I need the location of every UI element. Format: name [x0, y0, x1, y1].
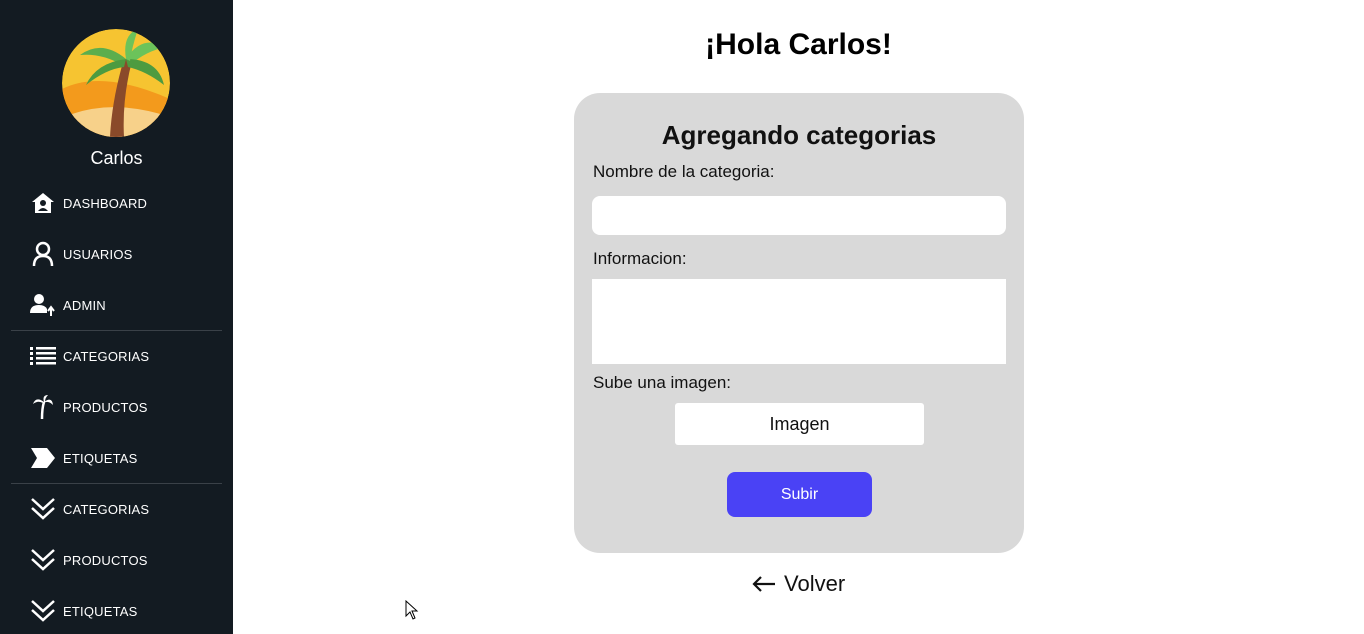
sidebar-item-label: CATEGORIAS [63, 501, 150, 517]
sidebar-item-label: ETIQUETAS [63, 450, 138, 466]
sidebar-item-etiquetas-expand[interactable]: ETIQUETAS [30, 596, 220, 626]
admin-up-icon [30, 292, 56, 318]
sidebar-item-label: CATEGORIAS [63, 348, 150, 364]
arrow-left-icon [752, 576, 775, 592]
sidebar-item-label: DASHBOARD [63, 195, 148, 211]
sidebar-item-admin[interactable]: ADMIN [30, 290, 220, 320]
sidebar-item-usuarios[interactable]: USUARIOS [30, 239, 220, 269]
sidebar-item-productos[interactable]: PRODUCTOS [30, 392, 220, 422]
list-icon [30, 343, 56, 369]
sidebar-item-categorias[interactable]: CATEGORIAS [30, 341, 220, 371]
palm-beach-avatar-icon [62, 29, 170, 137]
double-chevron-down-icon [30, 547, 56, 573]
double-chevron-down-icon [30, 496, 56, 522]
information-label: Informacion: [593, 249, 687, 268]
category-name-label: Nombre de la categoria: [593, 162, 775, 181]
information-textarea[interactable] [592, 279, 1006, 364]
sidebar-item-label: ADMIN [63, 297, 106, 313]
home-user-icon [30, 190, 56, 216]
sidebar-divider [11, 330, 222, 331]
sidebar-item-label: PRODUCTOS [63, 399, 148, 415]
user-icon [30, 241, 56, 267]
submit-button[interactable]: Subir [727, 472, 872, 517]
sidebar-item-categorias-expand[interactable]: CATEGORIAS [30, 494, 220, 524]
sidebar-item-productos-expand[interactable]: PRODUCTOS [30, 545, 220, 575]
image-upload-button[interactable]: Imagen [675, 403, 924, 445]
sidebar-item-label: ETIQUETAS [63, 603, 138, 619]
image-upload-label: Sube una imagen: [593, 373, 731, 392]
palm-tree-icon [30, 394, 56, 420]
sidebar-divider [11, 483, 222, 484]
sidebar: Carlos DASHBOARD USUARIOS ADMIN CATEGORI… [0, 0, 233, 634]
back-link[interactable]: Volver [752, 568, 845, 600]
double-chevron-down-icon [30, 598, 56, 624]
back-link-label: Volver [784, 571, 846, 596]
page-title: ¡Hola Carlos! [705, 28, 892, 61]
category-form-card: Agregando categorias Nombre de la catego… [574, 93, 1024, 553]
sidebar-item-label: USUARIOS [63, 246, 133, 262]
mouse-cursor-icon [405, 600, 419, 620]
avatar [62, 29, 170, 137]
sidebar-item-label: PRODUCTOS [63, 552, 148, 568]
sidebar-item-etiquetas[interactable]: ETIQUETAS [30, 443, 220, 473]
username: Carlos [90, 148, 143, 168]
sidebar-item-dashboard[interactable]: DASHBOARD [30, 188, 220, 218]
tag-arrow-icon [30, 445, 56, 471]
main-content: ¡Hola Carlos! Agregando categorias Nombr… [233, 0, 1364, 634]
category-name-input[interactable] [592, 196, 1006, 235]
form-title: Agregando categorias [661, 120, 937, 150]
